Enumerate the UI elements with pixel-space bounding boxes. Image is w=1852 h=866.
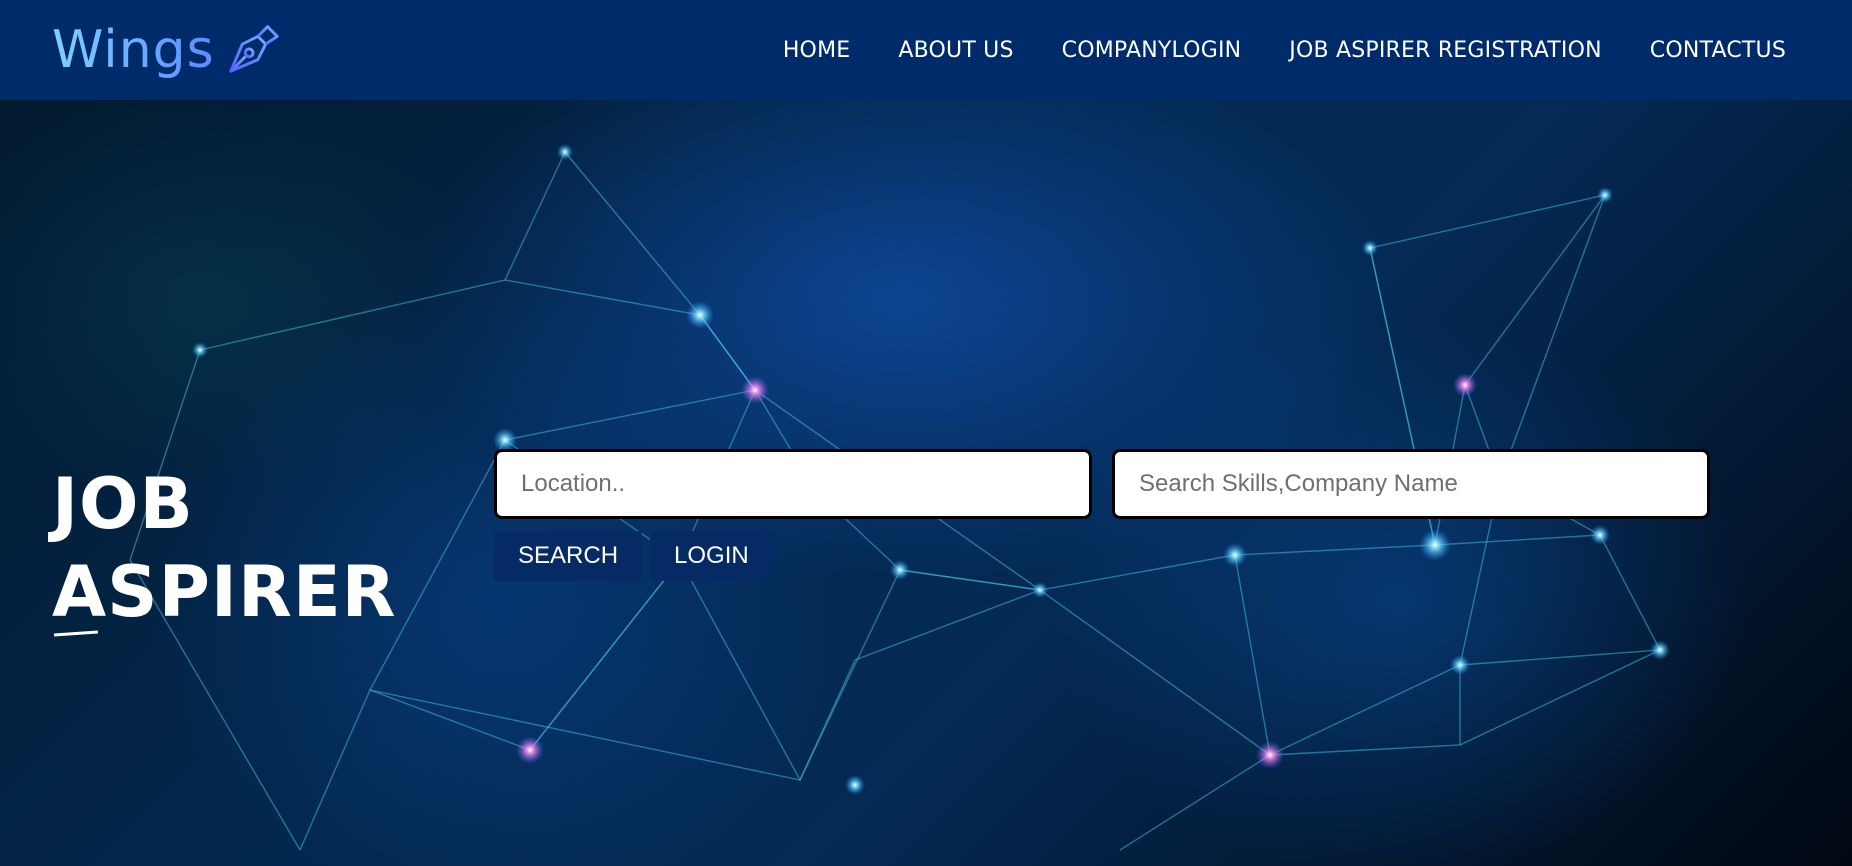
hero-section: JOB ASPIRER SEARCH LOGIN — [0, 100, 1852, 866]
location-input[interactable] — [494, 449, 1092, 519]
nav-home[interactable]: HOME — [783, 38, 851, 63]
nav-contact-us[interactable]: CONTACTUS — [1650, 38, 1786, 63]
search-actions: SEARCH LOGIN — [494, 531, 1710, 581]
search-inputs — [494, 449, 1710, 519]
top-navbar: Wings HOME ABOUT US COMPANYLOGIN JOB ASP… — [0, 0, 1852, 100]
brand-name: Wings — [52, 20, 215, 80]
skills-company-search-input[interactable] — [1112, 449, 1710, 519]
search-button[interactable]: SEARCH — [494, 531, 643, 581]
brand-logo[interactable]: Wings — [52, 20, 285, 80]
nav-company-login[interactable]: COMPANYLOGIN — [1062, 38, 1242, 63]
nav-about-us[interactable]: ABOUT US — [898, 38, 1013, 63]
login-button[interactable]: LOGIN — [650, 531, 773, 581]
pen-nib-icon — [229, 25, 279, 73]
job-search-form: SEARCH LOGIN — [494, 449, 1710, 581]
hero-heading-line2: ASPIRER — [52, 551, 397, 633]
main-nav: HOME ABOUT US COMPANYLOGIN JOB ASPIRER R… — [783, 38, 1786, 63]
nav-job-aspirer-registration[interactable]: JOB ASPIRER REGISTRATION — [1289, 38, 1602, 63]
hero-heading: JOB ASPIRER — [52, 460, 397, 636]
hero-heading-line1: JOB — [52, 463, 194, 545]
